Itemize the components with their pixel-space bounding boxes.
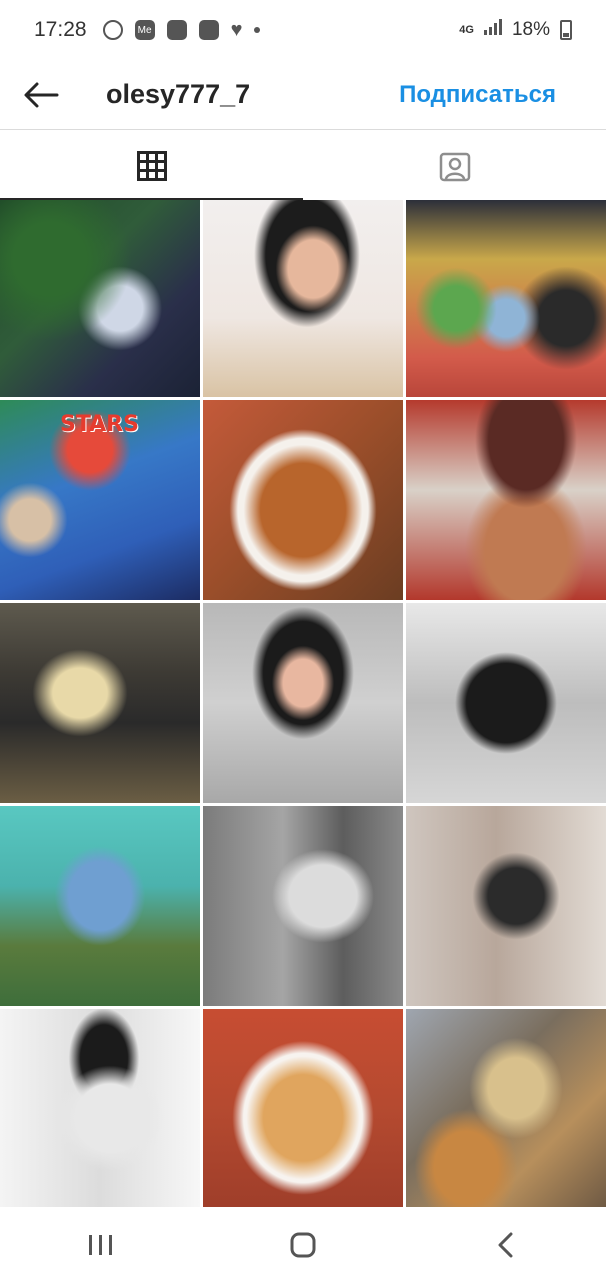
post-thumbnail[interactable] <box>203 806 403 1006</box>
post-thumbnail[interactable] <box>203 200 403 397</box>
post-thumbnail[interactable] <box>406 603 606 803</box>
tagged-person-icon <box>439 152 470 181</box>
recents-icon <box>89 1235 112 1255</box>
post-thumbnail[interactable] <box>203 400 403 600</box>
home-button[interactable] <box>243 1210 363 1280</box>
post-thumbnail[interactable] <box>406 200 606 397</box>
back-button[interactable] <box>0 60 82 130</box>
tab-tagged[interactable] <box>303 131 606 200</box>
more-notifications-dot <box>254 27 261 33</box>
post-thumbnail[interactable] <box>406 806 606 1006</box>
username: olesy777_7 <box>106 79 251 109</box>
post-thumbnail[interactable] <box>203 603 403 803</box>
viber-icon <box>102 20 123 40</box>
arrow-left-icon <box>24 82 59 107</box>
back-nav-button[interactable] <box>445 1210 565 1280</box>
status-bar: 17:28 Me ♥ 4G 18% <box>0 0 606 60</box>
posts-grid: STARS <box>0 200 606 1210</box>
back-icon <box>498 1232 513 1258</box>
flipboard-icon <box>198 20 219 40</box>
profile-tabs <box>0 131 606 200</box>
post-thumbnail[interactable]: STARS <box>0 400 200 600</box>
post-thumbnail[interactable] <box>406 400 606 600</box>
follow-button[interactable]: Подписаться <box>399 81 556 109</box>
post-thumbnail[interactable] <box>0 806 200 1006</box>
post-thumbnail[interactable] <box>0 200 200 397</box>
grid-icon <box>136 150 167 181</box>
home-icon <box>290 1232 316 1258</box>
post-thumbnail[interactable] <box>406 1009 606 1207</box>
me-icon: Me <box>134 20 155 40</box>
network-label: 4G <box>459 24 474 36</box>
battery-icon <box>560 20 572 40</box>
post-thumbnail[interactable] <box>203 1009 403 1207</box>
system-nav-bar <box>0 1210 606 1280</box>
post-thumbnail[interactable] <box>0 1009 200 1207</box>
tab-grid[interactable] <box>0 131 303 200</box>
heart-icon: ♥ <box>230 18 243 41</box>
recents-button[interactable] <box>41 1210 161 1280</box>
status-time: 17:28 <box>34 18 87 41</box>
battery-percent: 18% <box>511 19 550 40</box>
post-caption-text: STARS <box>60 412 139 437</box>
signal-icon <box>483 19 502 41</box>
profile-header: olesy777_7 Подписаться <box>0 60 606 130</box>
post-thumbnail[interactable] <box>0 603 200 803</box>
instagram-icon <box>166 20 187 40</box>
